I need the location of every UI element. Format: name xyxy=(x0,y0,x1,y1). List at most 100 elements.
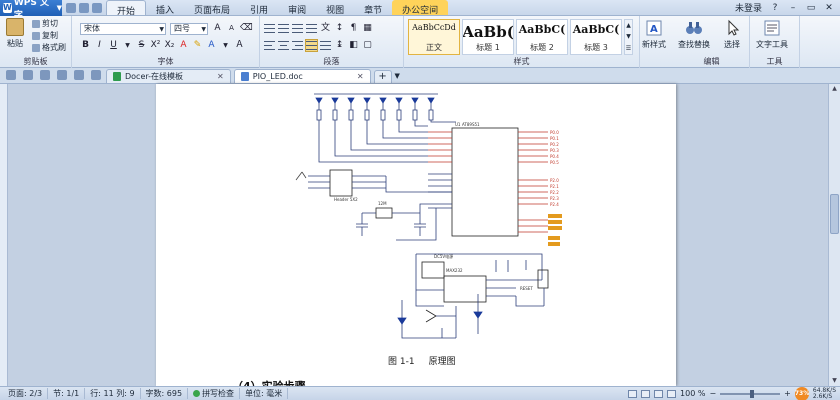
chevron-down-icon[interactable]: ▼ xyxy=(626,33,631,40)
redo-icon[interactable] xyxy=(91,70,101,80)
help-icon[interactable]: ? xyxy=(770,3,780,13)
open-icon[interactable] xyxy=(79,2,89,13)
doc-tab-docer[interactable]: Docer-在线模板 ✕ xyxy=(106,69,231,83)
login-status[interactable]: 未登录 xyxy=(735,1,762,14)
borders-icon[interactable]: ▢ xyxy=(362,40,373,51)
sort-icon[interactable]: ↕ xyxy=(334,23,345,34)
tab-review[interactable]: 审阅 xyxy=(278,0,316,16)
unit-indicator[interactable]: 单位: 毫米 xyxy=(240,388,289,399)
justify-icon[interactable] xyxy=(305,39,318,52)
save-icon[interactable] xyxy=(92,2,102,13)
style-normal[interactable]: AaBbCcDd 正文 xyxy=(408,19,460,55)
spell-check-status[interactable]: 拼写检查 xyxy=(188,388,241,399)
tab-references[interactable]: 引用 xyxy=(240,0,278,16)
show-marks-icon[interactable]: ¶ xyxy=(348,23,359,34)
close-tab-icon[interactable]: ✕ xyxy=(217,72,224,81)
new-icon[interactable] xyxy=(66,2,76,13)
save-doc-icon[interactable] xyxy=(40,70,50,80)
open-doc-icon[interactable] xyxy=(23,70,33,80)
subscript-icon[interactable]: X₂ xyxy=(164,40,175,51)
document-page[interactable]: U1 AT89S51 Header 5X2 12M MAX232 DC5V电源 … xyxy=(156,84,676,386)
tab-home[interactable]: 开始 xyxy=(106,0,147,17)
grow-font-icon[interactable]: A xyxy=(212,23,223,34)
tab-page-layout[interactable]: 页面布局 xyxy=(184,0,240,16)
view-web-icon[interactable] xyxy=(641,389,651,398)
scroll-up-icon[interactable]: ▲ xyxy=(829,84,840,94)
paste-icon xyxy=(6,18,24,36)
align-center-icon[interactable] xyxy=(278,40,289,51)
word-count[interactable]: 字数: 695 xyxy=(141,388,189,399)
style-heading-2[interactable]: AaBbC( 标题 2 xyxy=(516,19,568,55)
zoom-out-icon[interactable]: − xyxy=(709,389,716,398)
svg-text:P2.0: P2.0 xyxy=(550,178,559,183)
zoom-slider[interactable] xyxy=(720,389,781,398)
minimize-icon[interactable]: – xyxy=(788,3,798,13)
align-right-icon[interactable] xyxy=(292,40,303,51)
undo-icon[interactable] xyxy=(74,70,84,80)
close-tab-icon[interactable]: ✕ xyxy=(357,72,364,81)
font-name-select[interactable]: 宋体 ▼ xyxy=(80,23,166,35)
zoom-in-icon[interactable]: + xyxy=(784,389,791,398)
zoom-level[interactable]: 100 % xyxy=(680,389,705,398)
style-gallery-scroll[interactable]: ▲ ▼ ☰ xyxy=(624,19,633,55)
print-icon[interactable] xyxy=(57,70,67,80)
bold-icon[interactable]: B xyxy=(80,40,91,51)
chinese-layout-icon[interactable]: 文 xyxy=(320,23,331,34)
view-print-icon[interactable] xyxy=(628,389,638,398)
restore-icon[interactable]: ▭ xyxy=(806,3,816,13)
table-border-icon[interactable]: ▦ xyxy=(362,23,373,34)
align-left-icon[interactable] xyxy=(264,40,275,51)
vertical-scrollbar[interactable]: ▲ ▼ xyxy=(828,84,840,386)
clear-format-icon[interactable]: ⌫ xyxy=(240,23,253,34)
select-button[interactable]: 选择 xyxy=(722,19,742,50)
strikethrough-icon[interactable]: S xyxy=(136,40,147,51)
char-border-icon[interactable]: Ａ xyxy=(234,40,245,51)
copy-button[interactable]: 复制 xyxy=(32,30,58,41)
page-indicator[interactable]: 页面: 2/3 xyxy=(3,388,49,399)
close-icon[interactable]: ✕ xyxy=(824,3,834,13)
underline-icon[interactable]: U xyxy=(108,40,119,51)
shading-icon[interactable]: ◧ xyxy=(348,40,359,51)
style-heading-1[interactable]: AaBb( 标题 1 xyxy=(462,19,514,55)
bullets-icon[interactable] xyxy=(264,23,275,34)
paste-button[interactable]: 粘贴 xyxy=(4,18,26,52)
new-doc-icon[interactable] xyxy=(6,70,16,80)
highlight-icon[interactable]: ✎ xyxy=(192,40,203,51)
zoom-slider-knob[interactable] xyxy=(750,389,755,398)
dropdown-icon[interactable]: ▼ xyxy=(122,40,133,51)
dropdown-icon[interactable]: ▼ xyxy=(220,40,231,51)
app-menu-button[interactable]: W WPS 文字 ▼ xyxy=(0,0,62,21)
tab-insert[interactable]: 插入 xyxy=(146,0,184,16)
find-replace-button[interactable]: 查找替换 xyxy=(678,19,710,50)
tab-chapter[interactable]: 章节 xyxy=(354,0,392,16)
text-tools-button[interactable]: 文字工具 xyxy=(756,19,788,50)
numbering-icon[interactable] xyxy=(278,23,289,34)
line-spacing-icon[interactable]: ↨ xyxy=(334,40,345,51)
chevron-up-icon[interactable]: ▲ xyxy=(626,22,631,29)
outdent-icon[interactable] xyxy=(292,23,303,34)
more-icon[interactable]: ☰ xyxy=(626,45,631,52)
shrink-font-icon[interactable]: A xyxy=(226,23,237,34)
scrollbar-thumb[interactable] xyxy=(830,194,839,234)
superscript-icon[interactable]: X² xyxy=(150,40,161,51)
font-color-icon[interactable]: A xyxy=(206,40,217,51)
tab-view[interactable]: 视图 xyxy=(316,0,354,16)
scroll-down-icon[interactable]: ▼ xyxy=(829,376,840,386)
view-read-icon[interactable] xyxy=(667,389,677,398)
font-size-select[interactable]: 四号 ▼ xyxy=(170,23,208,35)
italic-icon[interactable]: I xyxy=(94,40,105,51)
chevron-down-icon[interactable]: ▼ xyxy=(395,72,400,80)
font-effect-icon[interactable]: A xyxy=(178,40,189,51)
doc-tab-pio-led[interactable]: PIO_LED.doc ✕ xyxy=(233,69,371,83)
distributed-icon[interactable] xyxy=(320,40,331,51)
new-tab-button[interactable]: + xyxy=(373,70,392,83)
new-style-button[interactable]: A 新样式 xyxy=(642,19,666,50)
quick-access-toolbar xyxy=(62,0,106,15)
tab-office-space[interactable]: 办公空间 xyxy=(392,0,449,16)
indent-icon[interactable] xyxy=(306,23,317,34)
format-painter-button[interactable]: 格式刷 xyxy=(32,42,66,53)
cut-button[interactable]: 剪切 xyxy=(32,18,58,29)
network-monitor-badge[interactable]: 73% xyxy=(794,386,809,400)
style-heading-3[interactable]: AaBbC( 标题 3 xyxy=(570,19,622,55)
view-outline-icon[interactable] xyxy=(654,389,664,398)
